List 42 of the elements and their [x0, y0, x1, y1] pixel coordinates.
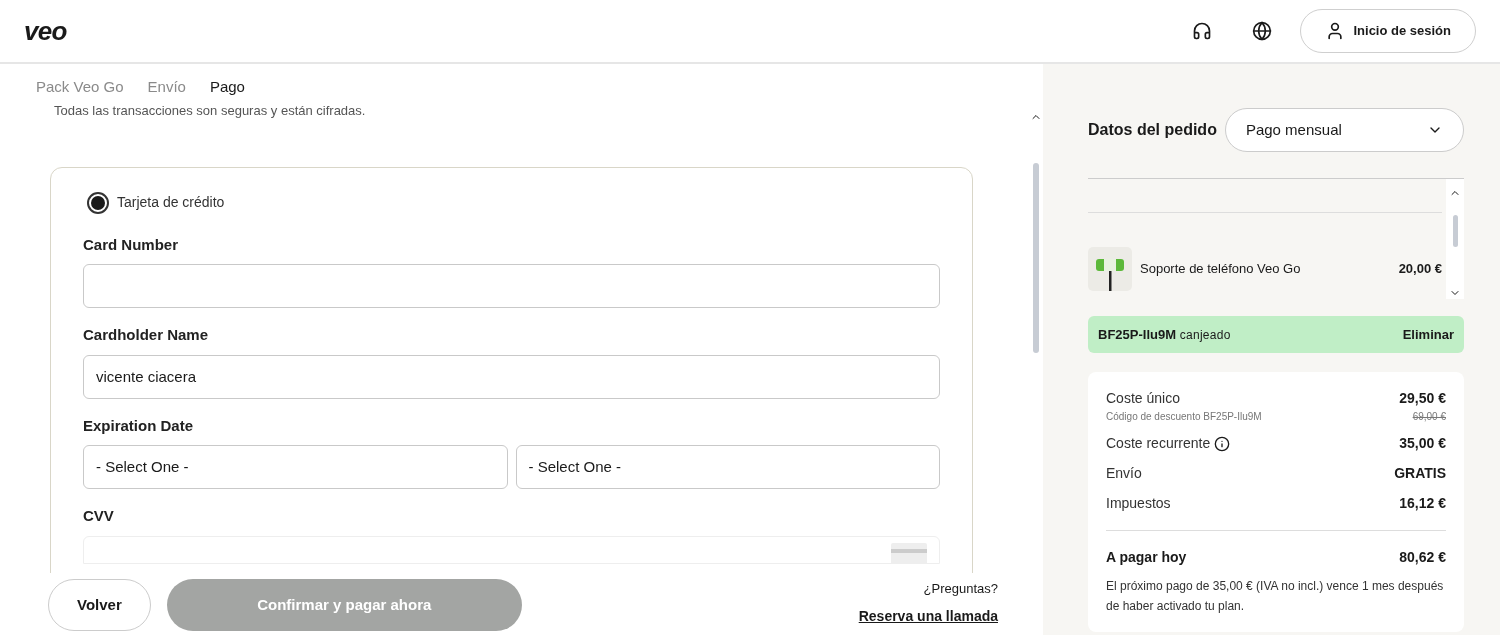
language-icon[interactable]: [1252, 21, 1273, 41]
input-field[interactable]: vicente ciacera: [83, 354, 940, 399]
product-price: 20,00 €: [1398, 260, 1442, 279]
plan-select[interactable]: Pago mensual: [1224, 108, 1464, 152]
card-icon: [891, 542, 927, 563]
summary-value: 29,50 €: [1399, 389, 1446, 408]
summary-label: Envío: [1106, 464, 1142, 483]
promo-code: BF25P-Ilu9M canjeado: [1098, 325, 1231, 344]
security-note: Todas las transacciones son seguras y están cifradas.: [53, 102, 367, 119]
field-label: CVV: [83, 506, 115, 526]
remove-button[interactable]: Eliminar: [1402, 324, 1454, 345]
step-tab[interactable]: Pago: [209, 76, 245, 99]
summary-value: 16,12 €: [1399, 494, 1446, 513]
logo[interactable]: veo: [24, 11, 67, 51]
total-value: 80,62 €: [1399, 548, 1446, 567]
summary-value: GRATIS: [1394, 464, 1446, 483]
field-label: Card Number: [83, 234, 180, 255]
radio-button[interactable]: [87, 191, 109, 214]
step-tab[interactable]: Pack Veo Go: [36, 76, 124, 99]
scrollbar-thumb[interactable]: [1033, 162, 1039, 353]
question-text: ¿Preguntas?: [923, 579, 998, 598]
radio-label: Tarjeta de crédito: [117, 193, 225, 212]
total-label: A pagar hoy: [1106, 548, 1187, 567]
select-field[interactable]: - Select One -: [83, 445, 508, 489]
product-name: Soporte de teléfono Veo Go: [1140, 260, 1302, 279]
book-call-link[interactable]: Reserva una llamada: [858, 606, 998, 627]
discount-label: Código de descuento BF25P-Ilu9M: [1106, 410, 1262, 424]
summary-value: 35,00 €: [1399, 434, 1446, 453]
summary-label: Impuestos: [1106, 494, 1171, 513]
summary-label: Coste único: [1106, 389, 1180, 408]
field-label: Cardholder Name: [83, 325, 210, 345]
support-icon[interactable]: [1192, 21, 1213, 41]
next-payment-note: El próximo pago de 35,00 € (IVA no incl.) vence 1 mes después de haber activado tu plan.: [1106, 578, 1445, 615]
order-title: Datos del pedido: [1088, 120, 1217, 140]
summary-label: Coste recurrente: [1106, 434, 1211, 453]
back-button[interactable]: Volver: [48, 579, 151, 631]
info-icon[interactable]: [1214, 435, 1231, 452]
select-field[interactable]: - Select One -: [515, 445, 940, 489]
field-label: Expiration Date: [83, 415, 195, 436]
scrollbar-thumb[interactable]: [1452, 215, 1458, 247]
input-field[interactable]: [83, 264, 940, 308]
old-price: 69,00 €: [1412, 410, 1446, 424]
